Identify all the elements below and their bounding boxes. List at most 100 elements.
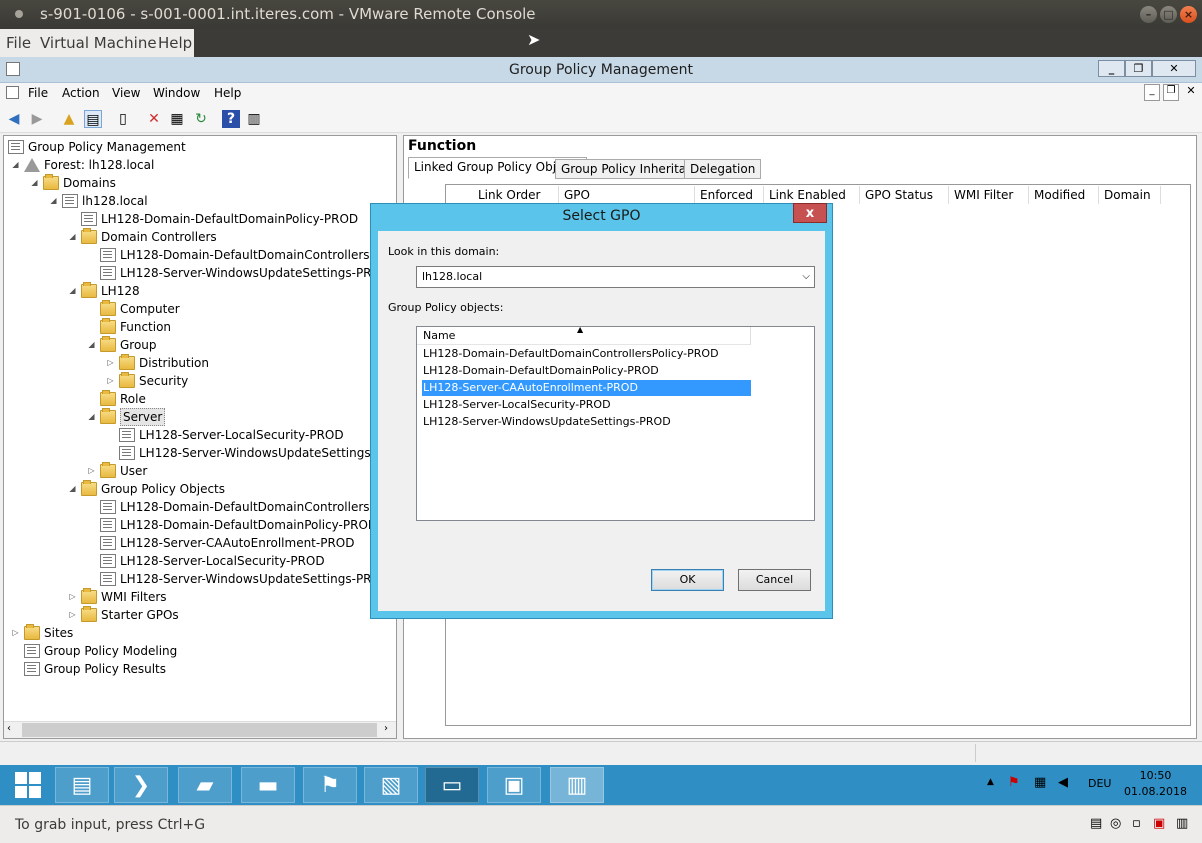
show-tree-icon[interactable]: ▤ — [84, 110, 102, 128]
network-tray-icon[interactable]: ▦ — [1034, 775, 1046, 790]
tree-item[interactable]: LH128-Server-CAAutoEnrollment-PROD — [120, 534, 354, 552]
cmd-icon[interactable]: ▭ — [425, 767, 479, 803]
collapse-icon[interactable]: ◢ — [30, 178, 39, 187]
expand-icon[interactable]: ▷ — [87, 466, 96, 475]
scroll-right-icon[interactable]: › — [384, 723, 388, 734]
gpm-restore-icon[interactable]: ❐ — [1125, 60, 1152, 77]
tree-horizontal-scrollbar[interactable]: ‹ › — [4, 721, 396, 738]
network-icon[interactable]: ⚑ — [303, 767, 357, 803]
vm-menu-help[interactable]: Help — [152, 29, 198, 57]
scroll-left-icon[interactable]: ‹ — [7, 723, 11, 734]
gpo-list-item[interactable]: LH128-Server-CAAutoEnrollment-PROD — [422, 380, 751, 396]
column-link-enabled[interactable]: Link Enabled — [764, 186, 860, 204]
column-modified[interactable]: Modified — [1029, 186, 1099, 204]
expand-icon[interactable]: ▷ — [11, 628, 20, 637]
server-manager-icon[interactable]: ▤ — [55, 767, 109, 803]
certificate-icon[interactable]: ▣ — [487, 767, 541, 803]
tree-item[interactable]: LH128-Server-WindowsUpdateSettings-PRO — [139, 444, 396, 462]
expand-icon[interactable]: ▷ — [68, 592, 77, 601]
flag-icon[interactable]: ⚑ — [1008, 775, 1020, 790]
volume-icon[interactable]: ◀ — [1058, 775, 1068, 790]
collapse-icon[interactable]: ◢ — [49, 196, 58, 205]
gpm-minimize-icon[interactable]: _ — [1098, 60, 1125, 77]
collapse-icon[interactable]: ◢ — [68, 232, 77, 241]
tree-item[interactable]: Computer — [120, 300, 180, 318]
menu-window[interactable]: Window — [153, 86, 200, 100]
collapse-icon[interactable]: ◢ — [87, 412, 96, 421]
scroll-thumb[interactable] — [22, 723, 377, 737]
powershell-icon[interactable]: ❯ — [114, 767, 168, 803]
toolbox-icon[interactable]: ▬ — [241, 767, 295, 803]
gpo-list-item[interactable]: LH128-Server-WindowsUpdateSettings-PROD — [422, 414, 751, 430]
tree-item[interactable]: Security — [139, 372, 188, 390]
cd-icon[interactable]: ◎ — [1110, 816, 1121, 831]
column-domain[interactable]: Domain — [1099, 186, 1161, 204]
disk-icon[interactable]: ▤ — [1090, 816, 1102, 831]
input-language[interactable]: DEU — [1088, 777, 1111, 790]
explorer-icon[interactable]: ▰ — [178, 767, 232, 803]
gpo-list-item[interactable]: LH128-Domain-DefaultDomainPolicy-PROD — [422, 363, 751, 379]
tree-item[interactable]: Domain Controllers — [101, 228, 217, 246]
tree-item[interactable]: Group Policy Results — [44, 660, 166, 678]
menu-view[interactable]: View — [112, 86, 140, 100]
tree-item[interactable]: LH128-Server-LocalSecurity-PROD — [120, 552, 325, 570]
action-pane-icon[interactable]: ▥ — [245, 110, 263, 128]
back-icon[interactable]: ◀ — [5, 110, 23, 128]
clipboard-icon[interactable]: ▯ — [114, 110, 132, 128]
tree-item[interactable]: User — [120, 462, 147, 480]
gpm-close-icon[interactable]: ✕ — [1152, 60, 1196, 77]
tree-item[interactable]: Sites — [44, 624, 73, 642]
delete-icon[interactable]: ✕ — [145, 110, 163, 128]
network-adapter-icon[interactable]: ▣ — [1153, 816, 1165, 831]
vm-menu-file[interactable]: File — [0, 29, 37, 57]
collapse-icon[interactable]: ◢ — [68, 286, 77, 295]
tree-item[interactable]: LH128-Domain-DefaultDomainPolicy-PROD — [120, 516, 377, 534]
tree-item[interactable]: Group — [120, 336, 157, 354]
column-enforced[interactable]: Enforced — [695, 186, 764, 204]
tree-item[interactable]: Group Policy Objects — [101, 480, 225, 498]
properties-icon[interactable]: ▦ — [168, 110, 186, 128]
tree-item[interactable]: Distribution — [139, 354, 209, 372]
tree-item[interactable]: Role — [120, 390, 146, 408]
menu-action[interactable]: Action — [62, 86, 100, 100]
collapse-icon[interactable]: ◢ — [68, 484, 77, 493]
tree-item[interactable]: Group Policy Management — [28, 138, 186, 156]
tree-item[interactable]: Group Policy Modeling — [44, 642, 177, 660]
minimize-icon[interactable]: – — [1140, 6, 1157, 23]
floppy-icon[interactable]: ▫ — [1132, 816, 1141, 831]
maximize-icon[interactable]: □ — [1160, 6, 1177, 23]
child-restore-icon[interactable]: ❐ — [1163, 84, 1179, 101]
tree-item[interactable]: LH128-Server-LocalSecurity-PROD — [139, 426, 344, 444]
close-icon[interactable]: × — [1180, 6, 1197, 23]
tree-item[interactable]: LH128-Server-WindowsUpdateSettings-PROD — [120, 264, 390, 282]
expand-icon[interactable]: ▷ — [106, 376, 115, 385]
collapse-icon[interactable]: ◢ — [87, 340, 96, 349]
tree-item[interactable]: lh128.local — [82, 192, 148, 210]
tree-item[interactable]: Forest: lh128.local — [44, 156, 154, 174]
dialog-close-button[interactable]: x — [793, 203, 827, 223]
ok-button[interactable]: OK — [651, 569, 724, 591]
column-wmi-filter[interactable]: WMI Filter — [949, 186, 1029, 204]
child-close-icon[interactable]: ✕ — [1183, 84, 1199, 101]
column-gpo-status[interactable]: GPO Status — [860, 186, 949, 204]
forward-icon[interactable]: ▶ — [28, 110, 46, 128]
child-minimize-icon[interactable]: _ — [1144, 84, 1160, 101]
column-name[interactable]: Name ▲ — [417, 325, 751, 345]
expand-icon[interactable]: ▷ — [68, 610, 77, 619]
cancel-button[interactable]: Cancel — [738, 569, 811, 591]
tree-item[interactable]: Function — [120, 318, 171, 336]
vm-menu-virtual-machine[interactable]: Virtual Machine — [34, 29, 163, 57]
tree-item[interactable]: LH128-Domain-DefaultDomainControllersPol… — [120, 498, 396, 516]
help-icon[interactable]: ? — [222, 110, 240, 128]
menu-file[interactable]: File — [28, 86, 48, 100]
tab-delegation[interactable]: Delegation — [684, 159, 762, 179]
tree-item[interactable]: Starter GPOs — [101, 606, 179, 624]
tree-item[interactable]: Domains — [63, 174, 116, 192]
domain-select[interactable]: lh128.local ⌵ — [416, 266, 815, 288]
group-policy-icon[interactable]: ▥ — [550, 767, 604, 803]
collapse-icon[interactable]: ◢ — [11, 160, 20, 169]
chevron-down-icon[interactable]: ⌵ — [802, 267, 810, 287]
tree-item[interactable]: LH128-Domain-DefaultDomainControllersPol… — [120, 246, 396, 264]
tree-item[interactable]: LH128 — [101, 282, 140, 300]
menu-help[interactable]: Help — [214, 86, 241, 100]
